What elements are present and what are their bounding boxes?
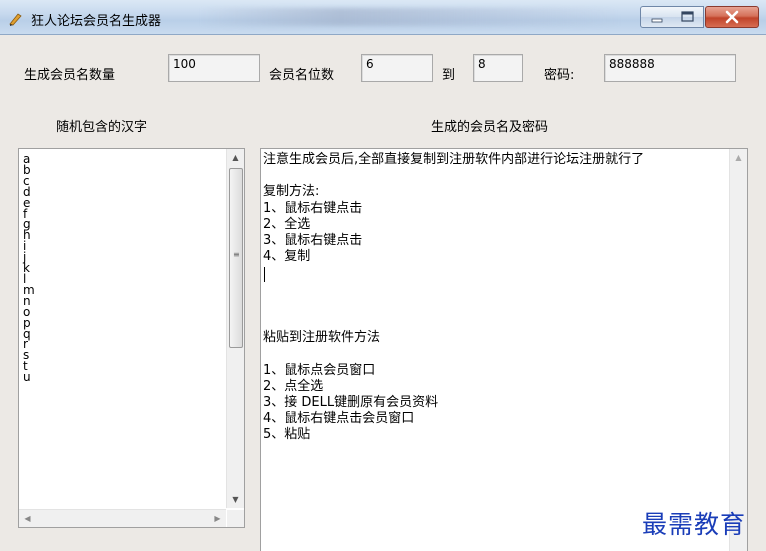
close-icon xyxy=(725,10,739,24)
memo-line xyxy=(263,346,644,362)
minimize-icon xyxy=(651,18,663,23)
memo-line: 4、鼠标右键点击会员窗口 xyxy=(263,411,415,427)
memo-line: 1、鼠标点会员窗口 xyxy=(263,362,376,378)
memo-line xyxy=(263,314,644,330)
right-panel-header: 生成的会员名及密码 xyxy=(431,120,549,135)
list-vertical-scrollbar[interactable]: ▲ ≡ ▼ xyxy=(226,149,244,508)
memo-line: 2、全选 xyxy=(263,216,311,232)
memo-text: 注意生成会员后,全部直接复制到注册软件内部进行论坛注册就行了 复制方法: 1、鼠标右… xyxy=(263,152,644,444)
app-window: 狂人论坛会员名生成器 生成会员名数量 100 会员名位数 6 到 8 密码: 8… xyxy=(0,0,766,551)
memo-line xyxy=(263,282,644,298)
output-memo[interactable]: 注意生成会员后,全部直接复制到注册软件内部进行论坛注册就行了 复制方法: 1、鼠标右… xyxy=(260,148,748,551)
memo-line: 3、鼠标右键点击 xyxy=(263,233,363,248)
scroll-left-arrow-icon[interactable]: ◀ xyxy=(19,510,36,527)
scroll-down-arrow-icon[interactable]: ▼ xyxy=(227,491,244,508)
close-button[interactable] xyxy=(705,6,759,28)
memo-line xyxy=(263,298,644,314)
memo-line: 4、复制 xyxy=(263,249,311,265)
memo-line xyxy=(263,265,644,281)
memo-line: 3、接 DELL键删原有会员资料 xyxy=(263,394,439,410)
memo-line: 注意生成会员后,全部直接复制到注册软件内部进行论坛注册就行了 xyxy=(263,152,645,167)
scroll-corner xyxy=(227,510,244,527)
password-input[interactable]: 888888 xyxy=(604,54,736,82)
maximize-icon xyxy=(681,11,694,22)
memo-line: 5、粘贴 xyxy=(263,427,311,443)
watermark-logo: 最需教育 xyxy=(642,510,747,539)
list-horizontal-scrollbar[interactable]: ◀ ▶ xyxy=(19,509,226,527)
scroll-right-arrow-icon[interactable]: ▶ xyxy=(209,510,226,527)
window-title: 狂人论坛会员名生成器 xyxy=(31,14,162,29)
password-label: 密码: xyxy=(544,68,575,83)
client-area: 生成会员名数量 100 会员名位数 6 到 8 密码: 888888 随机包含的… xyxy=(6,35,760,551)
count-input[interactable]: 100 xyxy=(168,54,260,82)
title-bar[interactable]: 狂人论坛会员名生成器 xyxy=(0,0,766,35)
char-listbox[interactable]: abcdefghijklmnopqrstu ▲ ≡ ▼ ◀ ▶ xyxy=(18,148,245,528)
text-caret xyxy=(264,267,265,282)
memo-line: 粘贴到注册软件方法 xyxy=(263,330,381,346)
memo-vertical-scrollbar[interactable]: ▲ xyxy=(729,149,747,551)
left-panel-header: 随机包含的汉字 xyxy=(56,120,148,135)
scroll-thumb[interactable]: ≡ xyxy=(229,168,243,348)
grip-icon: ≡ xyxy=(233,250,240,259)
digits-label: 会员名位数 xyxy=(269,68,335,83)
scroll-up-arrow-icon[interactable]: ▲ xyxy=(730,149,747,166)
memo-line: 1、鼠标右键点击 xyxy=(263,200,363,216)
maximize-button[interactable] xyxy=(672,6,704,28)
pen-icon xyxy=(9,13,22,26)
scroll-up-arrow-icon[interactable]: ▲ xyxy=(227,149,244,166)
memo-line: 复制方法: xyxy=(263,184,320,200)
digits-to-input[interactable]: 8 xyxy=(473,54,523,82)
to-label: 到 xyxy=(442,68,456,83)
memo-line xyxy=(263,168,644,184)
list-item[interactable]: u xyxy=(23,371,35,383)
title-bar-blur xyxy=(200,8,620,26)
minimize-button[interactable] xyxy=(640,6,674,28)
count-label: 生成会员名数量 xyxy=(24,68,116,83)
char-list: abcdefghijklmnopqrstu xyxy=(23,153,35,383)
memo-line: 2、点全选 xyxy=(263,378,324,394)
digits-from-input[interactable]: 6 xyxy=(361,54,433,82)
